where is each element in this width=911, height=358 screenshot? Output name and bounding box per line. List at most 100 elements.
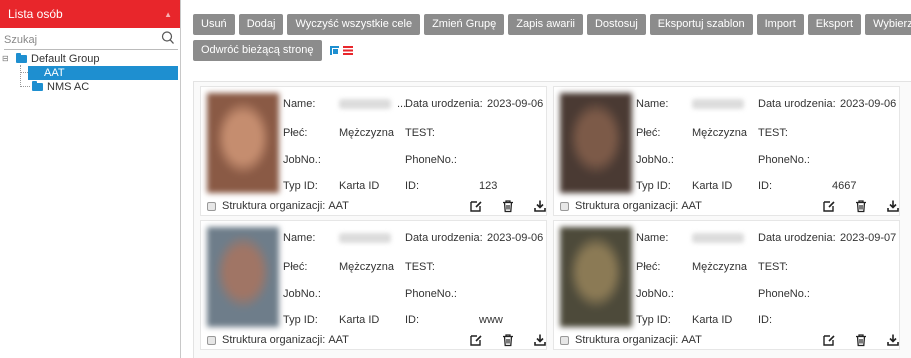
folder-icon bbox=[16, 53, 27, 63]
edit-icon[interactable] bbox=[469, 199, 483, 213]
edit-icon[interactable] bbox=[469, 333, 483, 347]
download-icon[interactable] bbox=[533, 333, 547, 347]
dob-label: Data urodzenia: bbox=[405, 232, 483, 244]
id-label: ID: bbox=[405, 314, 420, 326]
edit-icon[interactable] bbox=[822, 199, 836, 213]
select-checkbox[interactable] bbox=[560, 201, 569, 211]
group-tree: ⊟ Default Group AAT NMS AC bbox=[0, 52, 180, 94]
person-card[interactable]: Name: Data urodzenia: 2023-09-07 Płeć: M… bbox=[553, 220, 900, 350]
export-button[interactable]: Eksport bbox=[807, 14, 862, 35]
phone-label: PhoneNo.: bbox=[405, 154, 457, 166]
name-label: Name: bbox=[636, 232, 669, 244]
id-label: ID: bbox=[758, 180, 773, 192]
person-photo[interactable] bbox=[207, 93, 279, 193]
type-value: Karta ID bbox=[339, 180, 380, 192]
gender-label: Płeć: bbox=[636, 127, 661, 139]
type-value: Karta ID bbox=[692, 314, 733, 326]
phone-label: PhoneNo.: bbox=[758, 288, 810, 300]
gender-value: Mężczyzna bbox=[692, 127, 748, 139]
delete-icon[interactable] bbox=[854, 199, 868, 213]
jobno-label: JobNo.: bbox=[283, 154, 321, 166]
dob-value: 2023-09-06 bbox=[840, 98, 897, 110]
search-box bbox=[4, 30, 178, 50]
gender-value: Mężczyzna bbox=[339, 127, 395, 139]
id-value: 123 bbox=[479, 180, 498, 192]
delete-icon[interactable] bbox=[501, 199, 515, 213]
select-checkbox[interactable] bbox=[207, 335, 216, 345]
dob-value: 2023-09-06 bbox=[487, 232, 544, 244]
person-name-blurred bbox=[339, 233, 391, 243]
type-value: Karta ID bbox=[692, 180, 733, 192]
tree-item-aat[interactable]: AAT bbox=[28, 66, 178, 80]
dob-value: 2023-09-06 bbox=[487, 98, 544, 110]
dob-value: 2023-09-07 bbox=[840, 232, 897, 244]
jobno-label: JobNo.: bbox=[636, 288, 674, 300]
delete-button[interactable]: Usuń bbox=[193, 14, 235, 35]
toolbar: Usuń Dodaj Wyczyść wszystkie cele Zmień … bbox=[193, 14, 911, 66]
export-template-button[interactable]: Eksportuj szablon bbox=[649, 14, 753, 35]
type-value: Karta ID bbox=[339, 314, 380, 326]
tree-guide-line bbox=[20, 65, 21, 87]
delete-icon[interactable] bbox=[501, 333, 515, 347]
tree-item-label: AAT bbox=[44, 67, 65, 79]
download-icon[interactable] bbox=[886, 199, 900, 213]
card-actions bbox=[451, 199, 547, 213]
search-input[interactable] bbox=[4, 32, 178, 48]
change-group-button[interactable]: Zmień Grupę bbox=[424, 14, 505, 35]
person-card[interactable]: Name: Data urodzenia: 2023-09-06 Płeć: M… bbox=[200, 220, 547, 350]
edit-icon[interactable] bbox=[822, 333, 836, 347]
tree-item-default-group[interactable]: ⊟ Default Group bbox=[0, 52, 180, 66]
select-checkbox[interactable] bbox=[207, 201, 216, 211]
clear-all-targets-button[interactable]: Wyczyść wszystkie cele bbox=[287, 14, 421, 35]
org-value: AAT bbox=[328, 200, 349, 212]
import-button[interactable]: Import bbox=[756, 14, 804, 35]
jobno-label: JobNo.: bbox=[636, 154, 674, 166]
card-actions bbox=[451, 333, 547, 347]
org-value: AAT bbox=[328, 334, 349, 346]
add-button[interactable]: Dodaj bbox=[238, 14, 284, 35]
search-icon[interactable] bbox=[160, 30, 176, 46]
phone-label: PhoneNo.: bbox=[758, 154, 810, 166]
failure-log-button[interactable]: Zapis awarii bbox=[508, 14, 583, 35]
person-photo[interactable] bbox=[560, 93, 632, 193]
name-label: Name: bbox=[636, 98, 669, 110]
folder-icon bbox=[32, 81, 43, 91]
person-photo[interactable] bbox=[207, 227, 279, 327]
toolbar-second-row: Odwróć bieżącą stronę bbox=[193, 40, 911, 61]
delete-icon[interactable] bbox=[854, 333, 868, 347]
list-view-icon[interactable] bbox=[342, 46, 353, 55]
test-field-label: TEST: bbox=[405, 261, 435, 273]
chevron-up-icon[interactable]: ▲ bbox=[164, 10, 172, 19]
tree-guide-line bbox=[20, 72, 28, 73]
view-toggle bbox=[329, 46, 353, 55]
test-field-label: TEST: bbox=[758, 127, 788, 139]
select-button[interactable]: Wybierz bbox=[865, 14, 911, 35]
type-label: Typ ID: bbox=[283, 180, 318, 192]
card-actions bbox=[804, 333, 900, 347]
grid-view-icon[interactable] bbox=[329, 46, 339, 55]
customize-button[interactable]: Dostosuj bbox=[586, 14, 646, 35]
type-label: Typ ID: bbox=[636, 180, 671, 192]
download-icon[interactable] bbox=[886, 333, 900, 347]
id-label: ID: bbox=[758, 314, 773, 326]
person-cards-area: Name: ... Data urodzenia: 2023-09-06 Płe… bbox=[193, 81, 911, 358]
org-label: Struktura organizacji: bbox=[222, 334, 326, 346]
person-name-blurred bbox=[339, 99, 391, 109]
tree-guide-line bbox=[20, 86, 30, 87]
person-name-blurred bbox=[692, 233, 744, 243]
person-card[interactable]: Name: Data urodzenia: 2023-09-06 Płeć: M… bbox=[553, 86, 900, 216]
tree-collapse-icon[interactable]: ⊟ bbox=[2, 54, 10, 63]
gender-label: Płeć: bbox=[283, 261, 308, 273]
reverse-page-button[interactable]: Odwróć bieżącą stronę bbox=[193, 40, 322, 61]
tree-item-label: NMS AC bbox=[47, 81, 90, 93]
person-list-header[interactable]: Lista osób ▲ bbox=[0, 0, 180, 28]
card-actions bbox=[804, 199, 900, 213]
download-icon[interactable] bbox=[533, 199, 547, 213]
person-card[interactable]: Name: ... Data urodzenia: 2023-09-06 Płe… bbox=[200, 86, 547, 216]
select-checkbox[interactable] bbox=[560, 335, 569, 345]
tree-item-nms-ac[interactable]: NMS AC bbox=[0, 80, 180, 94]
jobno-label: JobNo.: bbox=[283, 288, 321, 300]
dob-label: Data urodzenia: bbox=[758, 98, 836, 110]
person-photo[interactable] bbox=[560, 227, 632, 327]
person-list-title: Lista osób bbox=[8, 7, 63, 21]
